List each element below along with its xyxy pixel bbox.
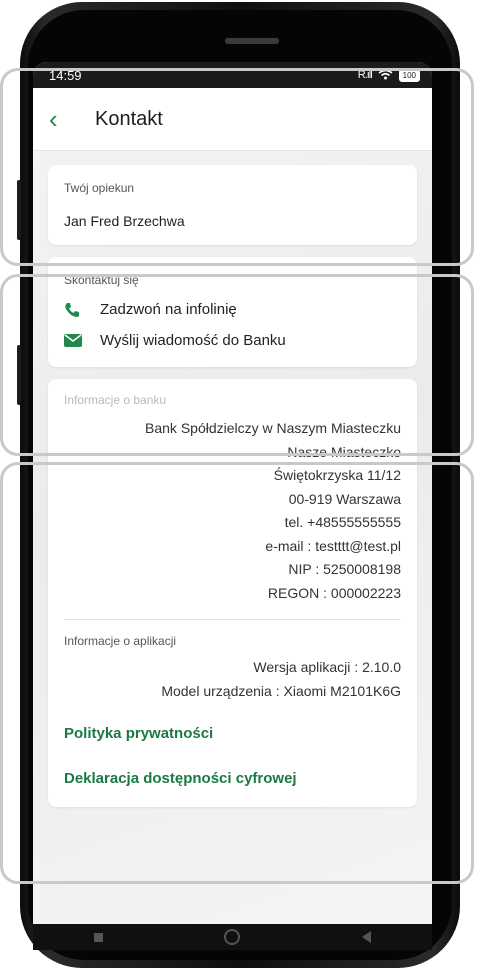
speaker-grille xyxy=(225,38,279,44)
highlight-frame-bank-info xyxy=(0,462,474,884)
home-icon[interactable] xyxy=(224,929,241,945)
back-nav-icon[interactable] xyxy=(362,931,372,943)
highlight-frame-contact xyxy=(0,274,474,456)
recent-apps-icon[interactable] xyxy=(93,932,103,942)
system-nav-bar xyxy=(33,924,432,950)
highlight-frame-header xyxy=(0,68,474,266)
